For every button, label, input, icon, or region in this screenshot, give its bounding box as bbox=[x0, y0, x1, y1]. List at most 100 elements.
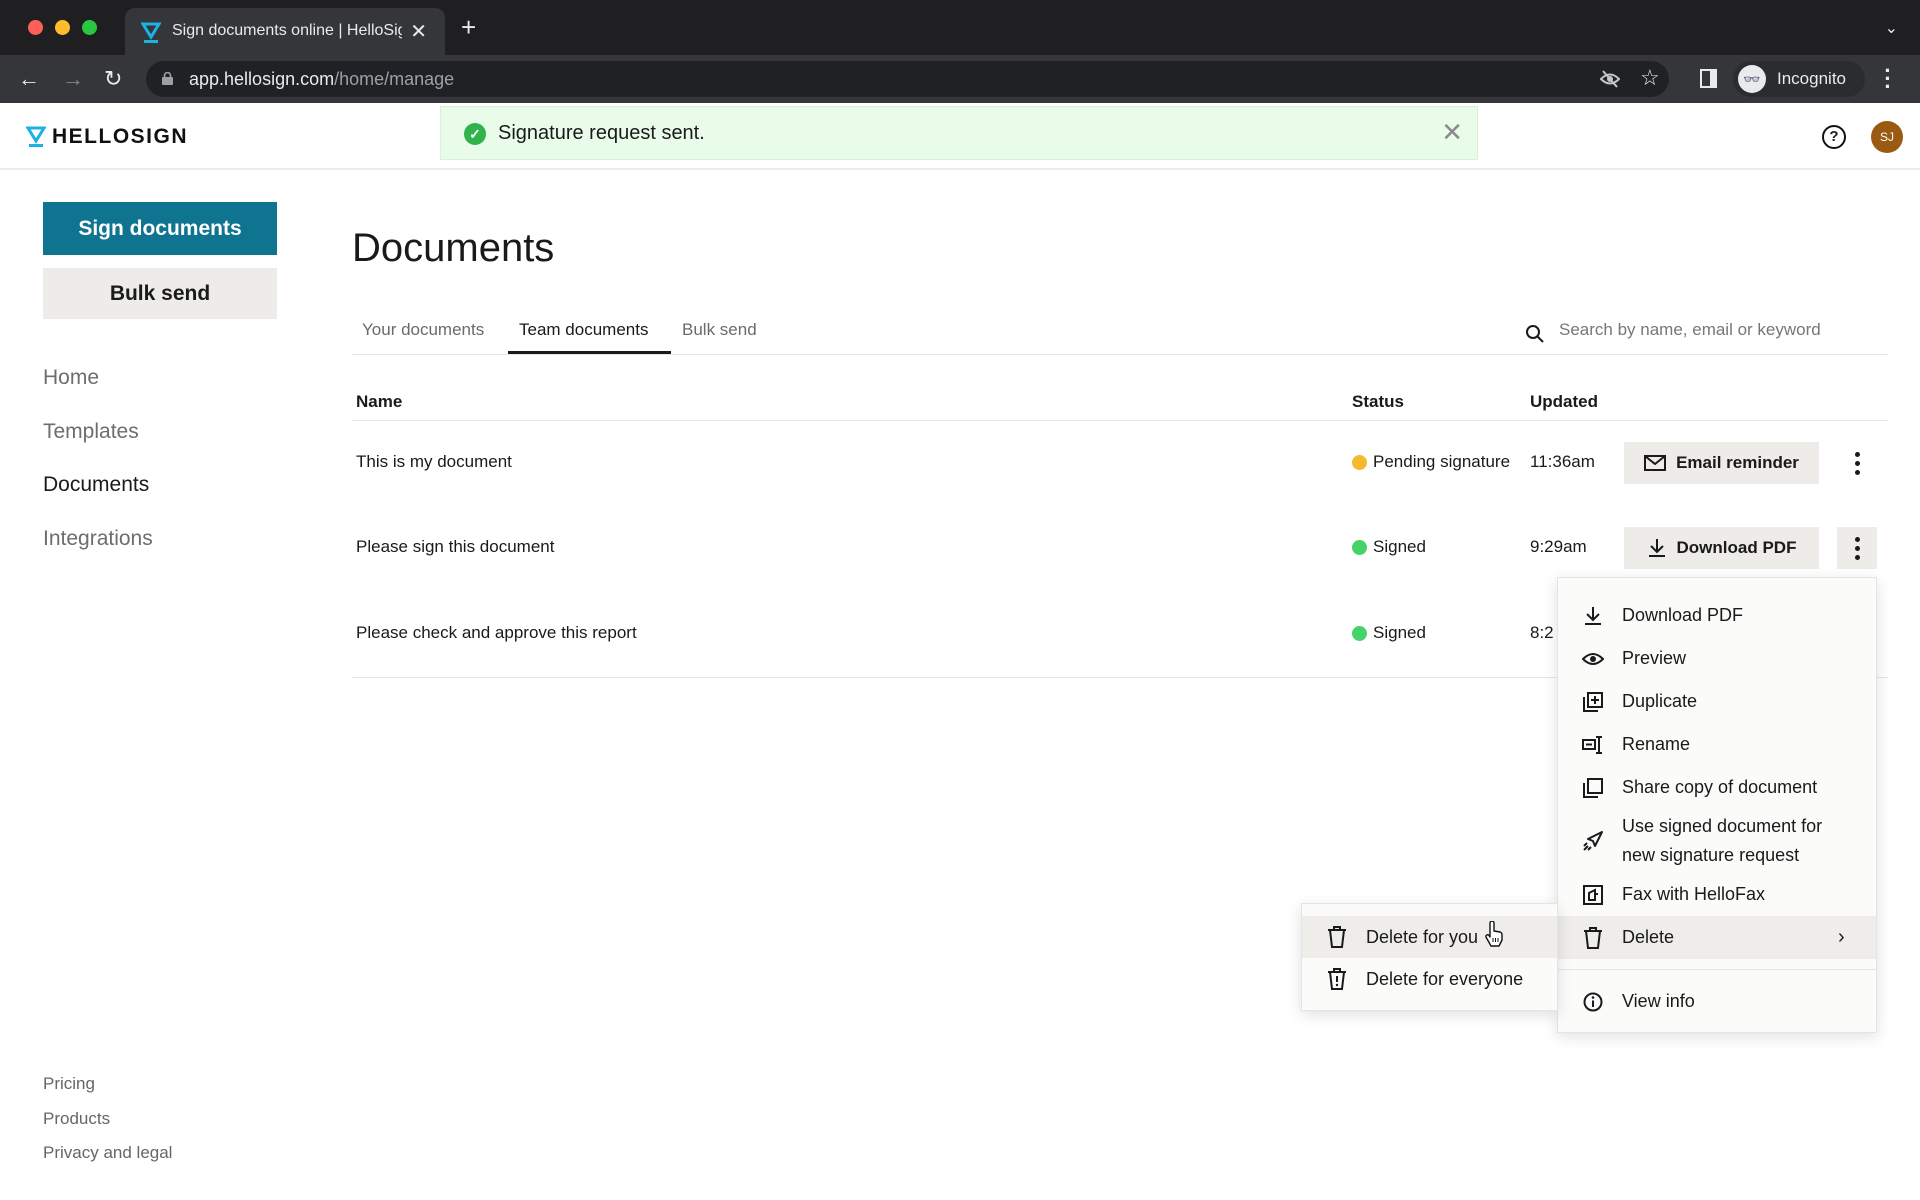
incognito-icon: 👓 bbox=[1738, 65, 1766, 93]
footer-link-pricing[interactable]: Pricing bbox=[43, 1074, 95, 1094]
browser-toolbar: ← → ↻ app.hellosign.com/home/manage ☆ 👓 … bbox=[0, 55, 1920, 103]
sidebar-item-templates[interactable]: Templates bbox=[43, 420, 139, 444]
updated-time: 11:36am bbox=[1530, 452, 1595, 471]
status-dot-pending bbox=[1352, 454, 1367, 470]
document-name[interactable]: Please sign this document bbox=[356, 537, 554, 557]
footer-link-products[interactable]: Products bbox=[43, 1109, 110, 1129]
menu-item-label: Rename bbox=[1622, 734, 1691, 754]
menu-item-rename[interactable]: Rename bbox=[1558, 723, 1876, 766]
menu-item-preview[interactable]: Preview bbox=[1558, 637, 1876, 680]
status-badge: Pending signature bbox=[1352, 452, 1510, 472]
column-header-name[interactable]: Name bbox=[356, 392, 402, 412]
window-close-button[interactable] bbox=[28, 20, 43, 35]
menu-item-label: Download PDF bbox=[1622, 605, 1744, 625]
check-circle-icon: ✓ bbox=[464, 123, 486, 145]
window-minimize-button[interactable] bbox=[55, 20, 70, 35]
status-badge: Signed bbox=[1352, 623, 1426, 643]
hellosign-logo[interactable]: HELLOSIGN bbox=[26, 125, 188, 149]
download-icon bbox=[1648, 539, 1665, 557]
chevron-down-icon[interactable]: ⌄ bbox=[1885, 18, 1898, 38]
sidebar-item-home[interactable]: Home bbox=[43, 366, 99, 390]
sidebar-item-documents[interactable]: Documents bbox=[43, 473, 149, 497]
document-name[interactable]: This is my document bbox=[356, 452, 512, 472]
button-label: Download PDF bbox=[1676, 538, 1797, 557]
menu-item-label: Fax with HelloFax bbox=[1622, 884, 1766, 904]
menu-item-label: Delete for everyone bbox=[1366, 968, 1524, 989]
delete-submenu: Delete for you Delete for everyone bbox=[1301, 903, 1558, 1011]
submenu-item-delete-for-everyone[interactable]: Delete for everyone bbox=[1302, 958, 1557, 1000]
status-dot-signed bbox=[1352, 539, 1367, 555]
url-path: /home/manage bbox=[334, 69, 455, 89]
status-text: Signed bbox=[1373, 623, 1426, 642]
hand-pointer-cursor-icon bbox=[1485, 921, 1503, 947]
status-dot-signed bbox=[1352, 625, 1367, 641]
row-more-options-button[interactable] bbox=[1837, 527, 1877, 569]
column-header-status[interactable]: Status bbox=[1352, 392, 1404, 412]
tab-bulk-send[interactable]: Bulk send bbox=[682, 320, 757, 340]
new-tab-icon[interactable]: + bbox=[461, 14, 476, 40]
hellosign-favicon-icon bbox=[141, 22, 161, 43]
email-reminder-button[interactable]: Email reminder bbox=[1624, 442, 1819, 484]
download-icon bbox=[1582, 605, 1604, 627]
document-name[interactable]: Please check and approve this report bbox=[356, 623, 637, 643]
menu-item-share-copy[interactable]: Share copy of document bbox=[1558, 766, 1876, 809]
bookmark-star-icon[interactable]: ☆ bbox=[1640, 65, 1660, 91]
menu-item-fax[interactable]: Fax with HelloFax bbox=[1558, 873, 1876, 916]
search-input[interactable] bbox=[1559, 320, 1889, 340]
menu-item-view-info[interactable]: View info bbox=[1558, 980, 1876, 1023]
download-pdf-button[interactable]: Download PDF bbox=[1624, 527, 1819, 569]
menu-item-download-pdf[interactable]: Download PDF bbox=[1558, 594, 1876, 637]
incognito-profile-button[interactable]: 👓 Incognito bbox=[1733, 61, 1865, 97]
menu-item-label: Preview bbox=[1622, 648, 1687, 668]
avatar[interactable]: SJ bbox=[1871, 121, 1903, 153]
page-title: Documents bbox=[352, 226, 555, 270]
hellosign-logo-icon bbox=[26, 126, 46, 147]
browser-tab[interactable]: Sign documents online | HelloSign ✕ bbox=[125, 8, 445, 55]
menu-item-delete[interactable]: Delete › bbox=[1558, 916, 1876, 959]
back-icon[interactable]: ← bbox=[18, 65, 40, 93]
row-more-options-button[interactable] bbox=[1837, 442, 1877, 484]
updated-time: 8:2 bbox=[1530, 623, 1554, 642]
tab-team-documents[interactable]: Team documents bbox=[519, 320, 648, 340]
tab-your-documents[interactable]: Your documents bbox=[362, 320, 484, 340]
profile-label: Incognito bbox=[1777, 69, 1846, 88]
forward-icon[interactable]: → bbox=[62, 65, 84, 93]
submenu-item-delete-for-you[interactable]: Delete for you bbox=[1302, 916, 1557, 958]
duplicate-icon bbox=[1582, 691, 1604, 713]
trash-alert-icon bbox=[1326, 968, 1348, 990]
menu-divider bbox=[1558, 969, 1876, 970]
trash-icon bbox=[1582, 926, 1604, 949]
close-tab-icon[interactable]: ✕ bbox=[410, 19, 427, 44]
help-icon[interactable]: ? bbox=[1822, 125, 1846, 149]
address-bar[interactable]: app.hellosign.com/home/manage ☆ bbox=[146, 61, 1669, 97]
menu-item-label: Delete bbox=[1622, 927, 1675, 947]
side-panel-icon[interactable] bbox=[1700, 69, 1717, 88]
menu-item-label: Delete for you bbox=[1366, 926, 1479, 947]
reload-icon[interactable]: ↻ bbox=[104, 65, 122, 93]
close-icon[interactable]: ✕ bbox=[1441, 118, 1463, 146]
column-header-updated[interactable]: Updated bbox=[1530, 392, 1598, 412]
menu-item-label: Duplicate bbox=[1622, 691, 1698, 711]
status-text: Pending signature bbox=[1373, 452, 1511, 471]
share-copy-icon bbox=[1582, 777, 1604, 799]
fax-icon bbox=[1582, 884, 1604, 906]
sidebar-item-integrations[interactable]: Integrations bbox=[43, 527, 153, 551]
info-icon bbox=[1582, 991, 1604, 1013]
browser-menu-icon[interactable]: · · · bbox=[1884, 60, 1892, 98]
updated-time: 9:29am bbox=[1530, 537, 1587, 556]
menu-item-use-signed-document[interactable]: Use signed document for new signature req… bbox=[1558, 809, 1876, 873]
mail-icon bbox=[1644, 455, 1667, 471]
footer-link-privacy[interactable]: Privacy and legal bbox=[43, 1143, 172, 1163]
bulk-send-button[interactable]: Bulk send bbox=[43, 268, 277, 319]
window-maximize-button[interactable] bbox=[82, 20, 97, 35]
status-text: Signed bbox=[1373, 537, 1426, 556]
document-actions-menu: Download PDF Preview Duplicate Rename Sh… bbox=[1557, 577, 1877, 1033]
menu-item-label-line1: Use signed document for bbox=[1622, 816, 1823, 836]
menu-item-duplicate[interactable]: Duplicate bbox=[1558, 680, 1876, 723]
trash-icon bbox=[1326, 926, 1348, 948]
eye-off-icon[interactable] bbox=[1600, 70, 1620, 88]
browser-tab-title: Sign documents online | HelloSign bbox=[172, 22, 402, 39]
menu-item-label: View info bbox=[1622, 991, 1695, 1011]
lock-icon bbox=[162, 72, 173, 85]
sign-documents-button[interactable]: Sign documents bbox=[43, 202, 277, 255]
